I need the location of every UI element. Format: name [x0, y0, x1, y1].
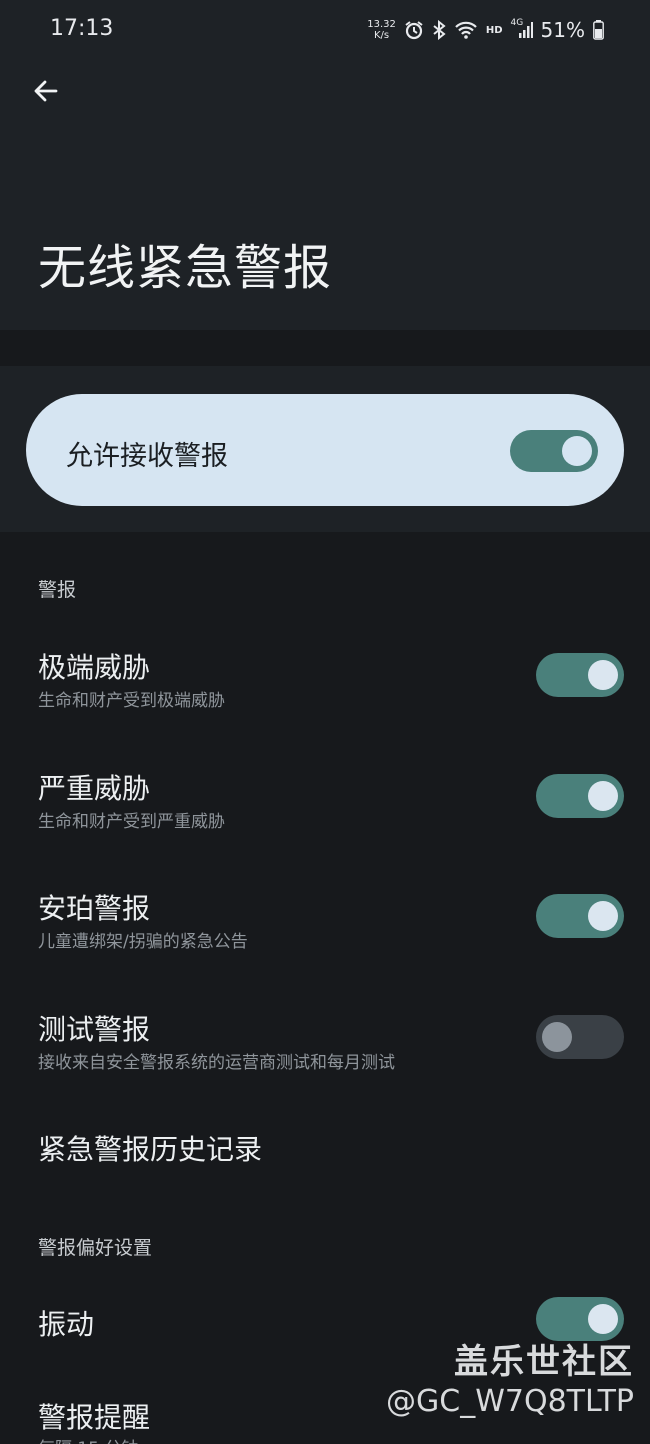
page-title: 无线紧急警报	[38, 240, 333, 296]
section-header-preferences: 警报偏好设置	[38, 1237, 153, 1259]
status-time: 17:13	[50, 16, 114, 41]
network-speed: 13.32 K/s	[367, 19, 396, 41]
arrow-back-icon	[31, 77, 59, 109]
amber-alert-toggle[interactable]	[536, 894, 624, 938]
allow-alerts-card[interactable]: 允许接收警报	[26, 394, 624, 506]
extreme-threat-toggle[interactable]	[536, 653, 624, 697]
pref-title: 极端威胁	[38, 651, 151, 684]
toggle-knob	[562, 436, 592, 466]
pref-subtitle: 儿童遭绑架/拐骗的紧急公告	[38, 932, 248, 952]
bluetooth-icon	[432, 20, 446, 40]
battery-icon	[593, 20, 604, 40]
watermark-user: @GC_W7Q8TLTP	[386, 1384, 634, 1419]
pref-title: 严重威胁	[38, 772, 151, 805]
toggle-knob	[588, 1304, 618, 1334]
network-speed-unit: K/s	[373, 30, 390, 41]
toggle-knob	[588, 901, 618, 931]
status-bar: 17:13 13.32 K/s HD 4G 51%	[0, 0, 650, 60]
allow-alerts-label: 允许接收警报	[66, 441, 228, 472]
pref-subtitle: 生命和财产受到极端威胁	[38, 691, 225, 711]
status-icons: 13.32 K/s HD 4G 51%	[367, 14, 604, 46]
pref-subtitle: 接收来自安全警报系统的运营商测试和每月测试	[38, 1053, 395, 1073]
section-header-alerts: 警报	[38, 579, 77, 601]
allow-alerts-toggle[interactable]	[510, 430, 598, 472]
network-type-label: 4G	[510, 18, 524, 28]
toggle-knob	[588, 781, 618, 811]
pref-subtitle: 生命和财产受到严重威胁	[38, 812, 225, 832]
toggle-knob	[542, 1022, 572, 1052]
hd-label: HD	[485, 24, 503, 36]
wifi-icon	[454, 20, 478, 40]
alert-history-item[interactable]: 紧急警报历史记录	[38, 1128, 262, 1168]
toggle-knob	[588, 660, 618, 690]
watermark-brand: 盖乐世社区	[454, 1342, 634, 1382]
test-alert-toggle[interactable]	[536, 1015, 624, 1059]
divider-band	[0, 330, 650, 366]
battery-percent: 51%	[540, 18, 585, 42]
network-speed-value: 13.32	[367, 19, 396, 30]
pref-subtitle: 每隔 15 分钟	[38, 1434, 138, 1444]
signal-icon: 4G	[510, 18, 533, 40]
back-button[interactable]	[26, 74, 64, 112]
pref-title: 警报提醒	[38, 1401, 151, 1434]
pref-title: 安珀警报	[38, 892, 151, 925]
severe-threat-toggle[interactable]	[536, 774, 624, 818]
alarm-icon	[404, 20, 424, 40]
pref-title: 测试警报	[38, 1013, 151, 1046]
pref-title: 振动	[38, 1308, 95, 1341]
